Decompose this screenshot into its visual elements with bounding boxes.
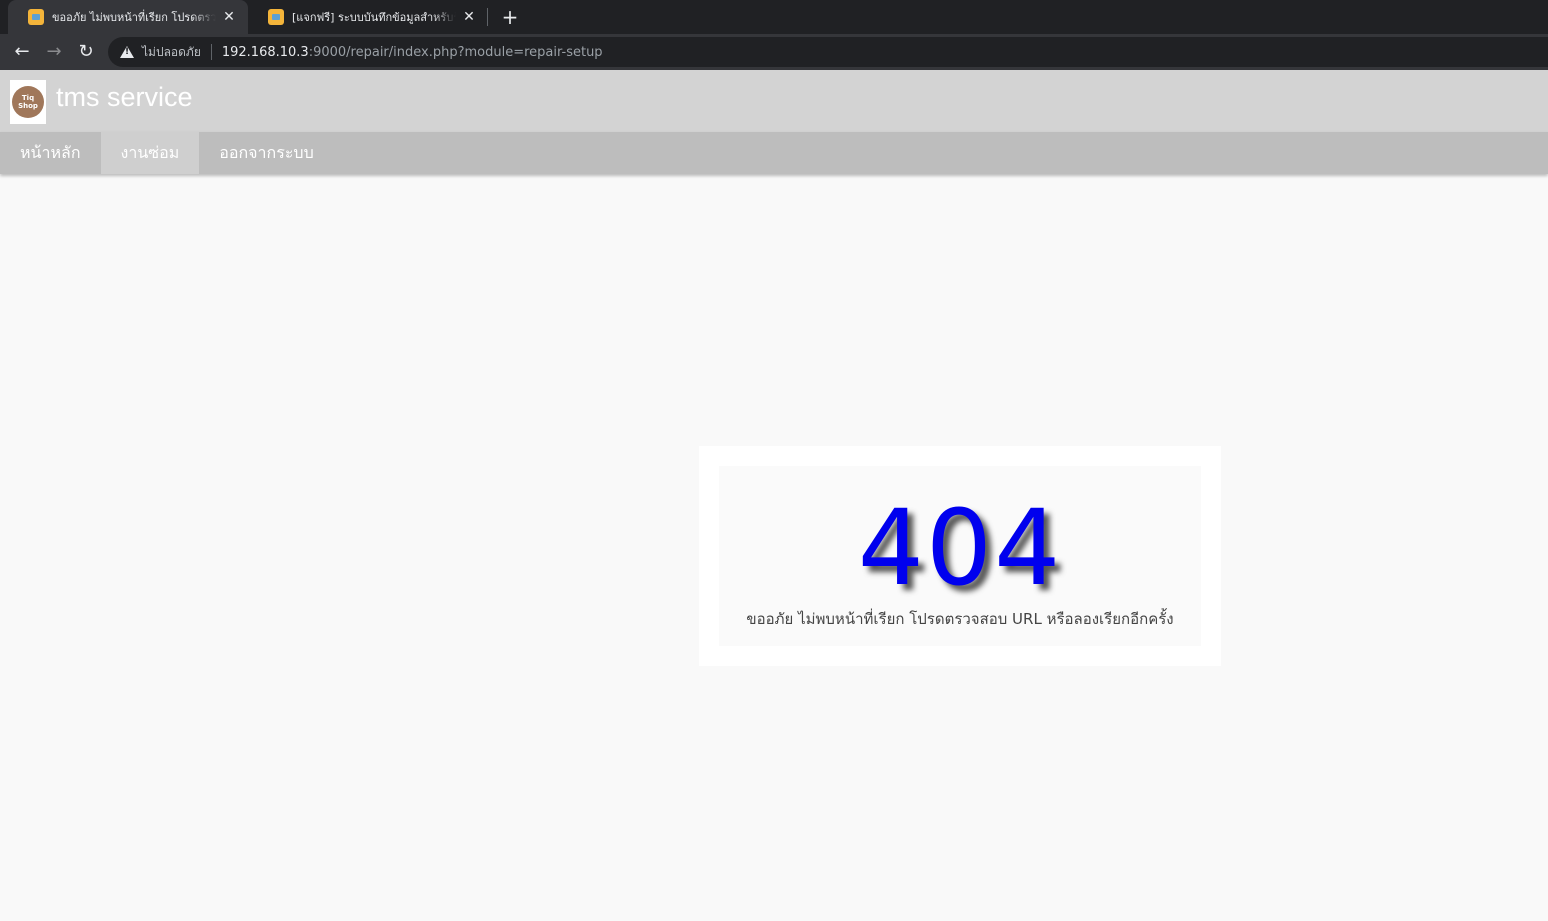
site-favicon-icon [268, 9, 284, 25]
menu-item-repair[interactable]: งานซ่อม [100, 132, 200, 174]
warning-icon[interactable] [120, 46, 134, 58]
close-tab-icon[interactable]: ✕ [460, 8, 478, 26]
site-title[interactable]: tms service [56, 82, 193, 113]
error-card: 404 ขออภัย ไม่พบหน้าที่เรียก โปรดตรวจสอบ… [699, 446, 1221, 666]
browser-tab-strip: ขออภัย ไม่พบหน้าที่เรียก โปรดตรวจสอบ URL… [0, 0, 1548, 34]
url-path[interactable]: :9000/repair/index.php?module=repair-set… [309, 45, 603, 60]
logo-badge-icon: Tiq Shop [12, 86, 44, 118]
tab-divider [487, 8, 488, 26]
logo-text-bottom: Shop [18, 102, 38, 110]
site-logo[interactable]: Tiq Shop [10, 80, 46, 124]
browser-tab-active[interactable]: ขออภัย ไม่พบหน้าที่เรียก โปรดตรวจสอบ URL… [8, 0, 248, 34]
reload-icon[interactable]: ↻ [74, 40, 98, 64]
forward-arrow-icon[interactable]: → [42, 40, 66, 64]
error-card-inner: 404 ขออภัย ไม่พบหน้าที่เรียก โปรดตรวจสอบ… [719, 466, 1201, 646]
browser-toolbar: ← → ↻ ไม่ปลอดภัย 192.168.10.3:9000/repai… [0, 34, 1548, 70]
back-arrow-icon[interactable]: ← [10, 40, 34, 64]
url-host[interactable]: 192.168.10.3 [222, 45, 309, 60]
address-separator [210, 44, 212, 60]
security-label[interactable]: ไม่ปลอดภัย [142, 43, 201, 62]
address-bar[interactable]: ไม่ปลอดภัย 192.168.10.3:9000/repair/inde… [108, 37, 1548, 67]
site-favicon-icon [28, 9, 44, 25]
error-message: ขออภัย ไม่พบหน้าที่เรียก โปรดตรวจสอบ URL… [746, 610, 1174, 628]
error-code: 404 [857, 487, 1063, 609]
close-tab-icon[interactable]: ✕ [220, 8, 238, 26]
new-tab-button[interactable]: + [499, 6, 521, 28]
tab-title: ขออภัย ไม่พบหน้าที่เรียก โปรดตรวจสอบ URL [52, 11, 216, 24]
browser-tab-inactive[interactable]: [แจกฟรี] ระบบบันทึกข้อมูลสำหรับร้านซ่อม … [248, 0, 488, 34]
main-menu: หน้าหลัก งานซ่อม ออกจากระบบ [0, 132, 1548, 174]
app-header: Tiq Shop tms service [0, 70, 1548, 132]
menu-item-home[interactable]: หน้าหลัก [0, 132, 101, 174]
menu-item-logout[interactable]: ออกจากระบบ [199, 132, 333, 174]
logo-text-top: Tiq [21, 94, 35, 102]
tab-title: [แจกฟรี] ระบบบันทึกข้อมูลสำหรับร้านซ่อม [292, 11, 456, 24]
